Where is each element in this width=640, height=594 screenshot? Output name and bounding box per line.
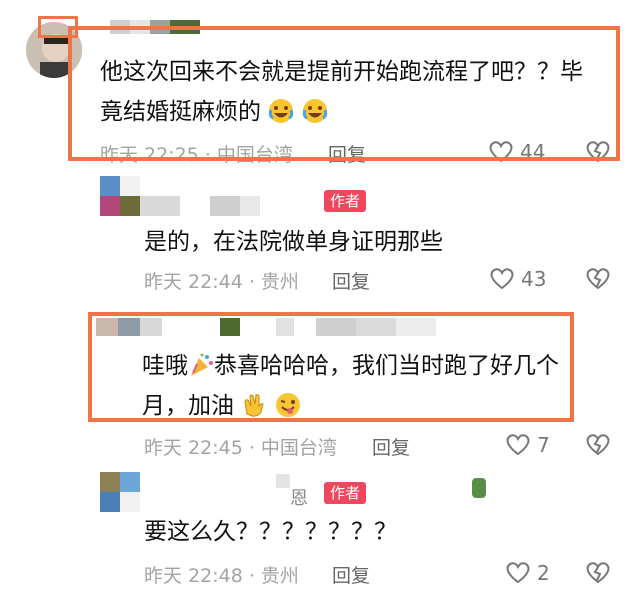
comment-timestamp: 昨天 22:44 · 贵州 bbox=[144, 271, 299, 293]
comment-timestamp: 昨天 22:48 · 贵州 bbox=[144, 565, 299, 587]
username-mosaic[interactable] bbox=[276, 474, 290, 488]
reply-button[interactable]: 回复 bbox=[372, 433, 410, 460]
author-badge: 作者 bbox=[324, 482, 367, 504]
dislike-button[interactable] bbox=[585, 432, 611, 456]
author-badge: 作者 bbox=[324, 190, 367, 212]
like-count: 2 bbox=[537, 561, 550, 585]
username-fragment: 恩 bbox=[290, 488, 308, 509]
heart-icon bbox=[490, 268, 514, 290]
heart-icon bbox=[506, 434, 530, 456]
dislike-button[interactable] bbox=[585, 560, 611, 584]
broken-heart-icon bbox=[586, 434, 610, 456]
highlight-frame-comment-1 bbox=[68, 26, 620, 161]
comment-text[interactable]: 要这么久？？？？？？？ bbox=[144, 512, 397, 552]
comment-timestamp: 昨天 22:45 · 中国台湾 bbox=[144, 437, 337, 459]
username-mosaic[interactable] bbox=[140, 196, 280, 216]
comment-text[interactable]: 是的，在法院做单身证明那些 bbox=[144, 222, 443, 262]
like-button[interactable] bbox=[489, 266, 515, 290]
reply-button[interactable]: 回复 bbox=[332, 267, 370, 294]
like-button[interactable] bbox=[505, 432, 531, 456]
highlight-frame-comment-3 bbox=[88, 312, 574, 422]
like-count: 43 bbox=[521, 267, 547, 291]
avatar-mosaic[interactable] bbox=[100, 472, 140, 512]
broken-heart-icon bbox=[586, 562, 610, 584]
heart-icon bbox=[506, 562, 530, 584]
decorative-mosaic bbox=[472, 478, 486, 498]
like-button[interactable] bbox=[505, 560, 531, 584]
avatar-mosaic[interactable] bbox=[100, 176, 140, 216]
broken-heart-icon bbox=[586, 268, 610, 290]
dislike-button[interactable] bbox=[585, 266, 611, 290]
reply-button[interactable]: 回复 bbox=[332, 561, 370, 588]
like-count: 7 bbox=[537, 433, 550, 457]
